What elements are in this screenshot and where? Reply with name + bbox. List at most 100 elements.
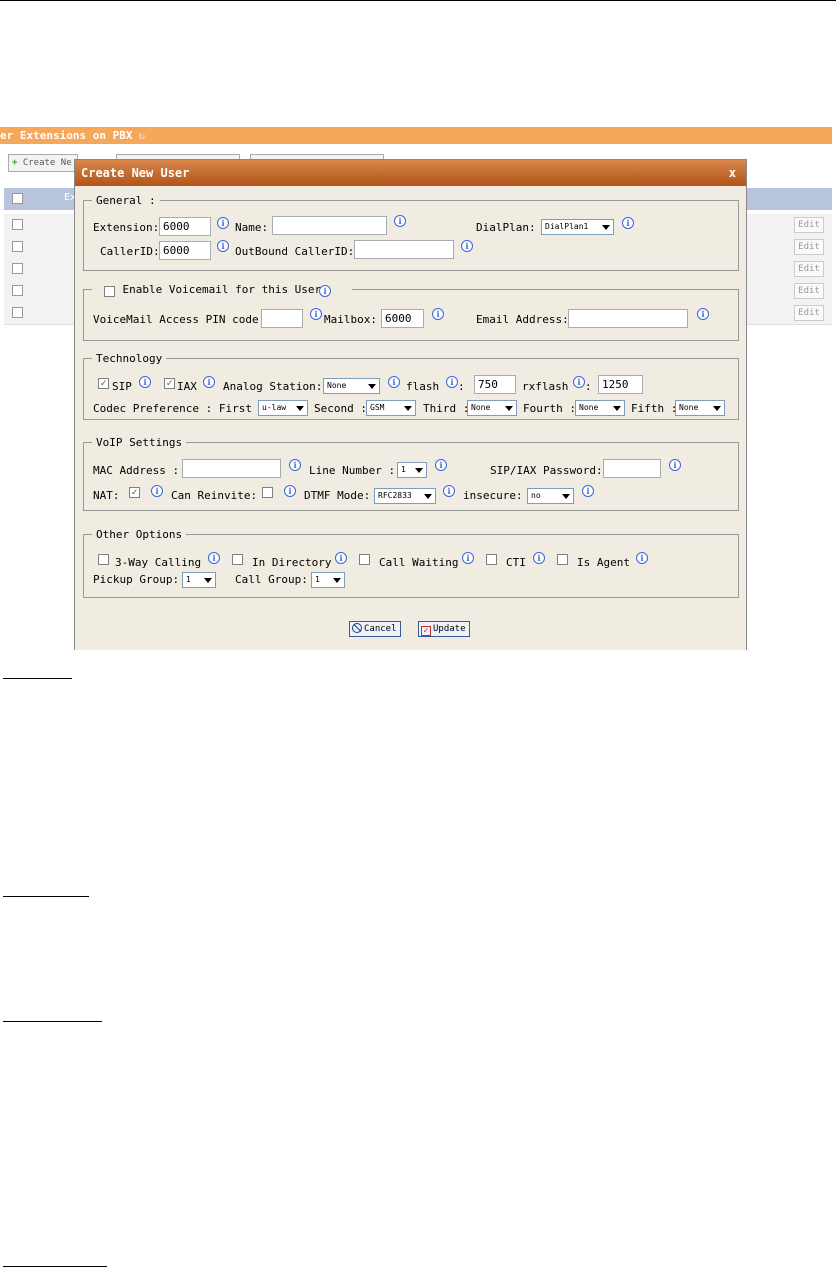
info-icon[interactable]: i [217, 217, 229, 229]
info-icon[interactable]: i [697, 308, 709, 320]
close-icon[interactable]: x [729, 160, 736, 186]
create-new-user-button[interactable]: + Create Ne [8, 154, 78, 172]
is-agent-label: Is Agent [577, 556, 630, 569]
can-reinvite-checkbox[interactable] [262, 487, 273, 498]
create-user-dialog: Create New User x General : Extension: 6… [74, 159, 747, 650]
info-icon[interactable]: i [217, 240, 229, 252]
analog-station-select[interactable]: None [323, 378, 380, 394]
callerid-label: CallerID: [100, 245, 160, 258]
info-icon[interactable]: i [435, 459, 447, 471]
cancel-icon [352, 623, 362, 633]
info-icon[interactable]: i [573, 376, 585, 388]
dialog-titlebar: Create New User x [75, 160, 746, 186]
dtmf-mode-select[interactable]: RFC2833 [374, 488, 436, 504]
cancel-button[interactable]: Cancel [349, 621, 401, 637]
dialplan-select[interactable]: DialPlan1 [541, 219, 614, 235]
line-number-label: Line Number : [309, 464, 396, 477]
rxflash-input[interactable]: 1250 [598, 375, 643, 394]
update-button[interactable]: ✓ Update [418, 621, 470, 637]
info-icon[interactable]: i [636, 552, 648, 564]
info-icon[interactable]: i [669, 459, 681, 471]
info-icon[interactable]: i [289, 459, 301, 471]
extension-input[interactable]: 6000 [159, 217, 211, 236]
info-icon[interactable]: i [582, 485, 594, 497]
info-icon[interactable]: i [335, 552, 347, 564]
iax-checkbox[interactable]: ✓ [164, 378, 175, 389]
other-options-legend: Other Options [96, 528, 183, 541]
extension-label: Extension: [93, 221, 160, 234]
cti-checkbox[interactable] [486, 554, 497, 565]
mac-address-input[interactable] [182, 459, 281, 478]
enable-voicemail-checkbox[interactable] [104, 286, 115, 297]
info-icon[interactable]: i [443, 485, 455, 497]
chevron-down-icon [204, 578, 212, 583]
pin-input[interactable] [261, 309, 303, 328]
pickup-group-label: Pickup Group: [93, 573, 180, 586]
info-icon[interactable]: i [462, 552, 474, 564]
outbound-callerid-label: OutBound CallerID: [235, 245, 355, 258]
info-icon[interactable]: i [533, 552, 545, 564]
codec-third-select[interactable]: None [467, 400, 517, 416]
check-icon: ✓ [421, 626, 431, 636]
edit-button[interactable]: Edit [794, 217, 824, 233]
edit-button[interactable]: Edit [794, 261, 824, 277]
insecure-label: insecure: [463, 489, 523, 502]
outbound-callerid-input[interactable] [354, 240, 454, 259]
email-input[interactable] [568, 309, 688, 328]
info-icon[interactable]: i [151, 485, 163, 497]
pin-label: VoiceMail Access PIN code: [93, 313, 266, 326]
chevron-down-icon [424, 494, 432, 499]
info-icon[interactable]: i [432, 308, 444, 320]
codec-third-value: None [471, 403, 491, 412]
dialplan-label: DialPlan: [476, 221, 536, 234]
in-directory-checkbox[interactable] [232, 554, 243, 565]
row-checkbox[interactable] [12, 307, 23, 318]
info-icon[interactable]: i [203, 376, 215, 388]
codec-first-select[interactable]: u-law [258, 400, 308, 416]
info-icon[interactable]: i [446, 376, 458, 388]
three-way-calling-label: 3-Way Calling [115, 556, 202, 569]
mailbox-input[interactable]: 6000 [381, 309, 424, 328]
edit-button[interactable]: Edit [794, 239, 824, 255]
codec-first-value: u-law [262, 403, 287, 412]
info-icon[interactable]: i [310, 308, 322, 320]
line-number-select[interactable]: 1 [397, 462, 427, 478]
callerid-input[interactable]: 6000 [159, 241, 211, 260]
rxflash-colon: : [585, 380, 592, 393]
info-icon[interactable]: i [461, 240, 473, 252]
call-group-select[interactable]: 1 [311, 572, 345, 588]
sip-checkbox[interactable]: ✓ [98, 378, 109, 389]
info-icon[interactable]: i [284, 485, 296, 497]
row-checkbox[interactable] [12, 263, 23, 274]
info-icon[interactable]: i [388, 376, 400, 388]
row-checkbox[interactable] [12, 241, 23, 252]
voip-legend: VoIP Settings [96, 436, 183, 449]
info-icon[interactable]: i [319, 285, 331, 297]
info-icon[interactable]: i [622, 217, 634, 229]
dtmf-mode-label: DTMF Mode: [304, 489, 371, 502]
info-icon[interactable]: i [139, 376, 151, 388]
sip-iax-password-input[interactable] [603, 459, 661, 478]
select-all-checkbox[interactable] [12, 193, 23, 204]
edit-button[interactable]: Edit [794, 283, 824, 299]
codec-fourth-select[interactable]: None [575, 400, 625, 416]
codec-second-select[interactable]: GSM [366, 400, 416, 416]
chevron-down-icon [505, 406, 513, 411]
three-way-calling-checkbox[interactable] [98, 554, 109, 565]
nat-checkbox[interactable]: ✓ [129, 487, 140, 498]
pickup-group-select[interactable]: 1 [182, 572, 216, 588]
insecure-select[interactable]: no [527, 488, 574, 504]
flash-input[interactable]: 750 [474, 375, 516, 394]
info-icon[interactable]: i [394, 215, 406, 227]
call-waiting-checkbox[interactable] [359, 554, 370, 565]
is-agent-checkbox[interactable] [557, 554, 568, 565]
name-input[interactable] [272, 216, 387, 235]
info-icon[interactable]: i [208, 552, 220, 564]
codec-fifth-select[interactable]: None [675, 400, 725, 416]
page-top-rule [0, 0, 836, 1]
can-reinvite-label: Can Reinvite: [171, 489, 258, 502]
edit-button[interactable]: Edit [794, 305, 824, 321]
row-checkbox[interactable] [12, 219, 23, 230]
refresh-icon[interactable]: ↻ [138, 129, 145, 142]
row-checkbox[interactable] [12, 285, 23, 296]
